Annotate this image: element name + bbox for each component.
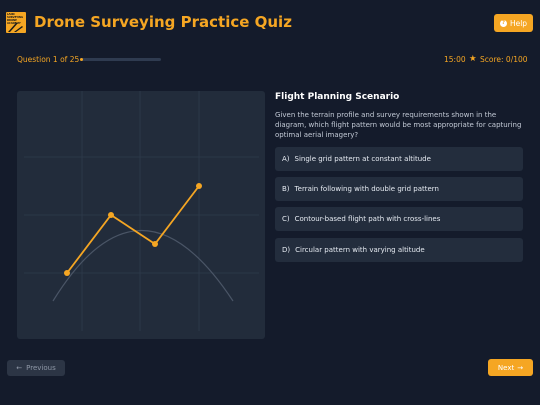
answer-option-b[interactable]: B) Terrain following with double grid pa… [275, 177, 523, 201]
terrain-diagram-panel [17, 91, 265, 339]
progress-row: Question 1 of 25 15:00 ★ Score: 0/100 [0, 52, 540, 68]
option-text: Contour-based flight path with cross-lin… [294, 215, 441, 223]
score-display: Score: 0/100 [480, 55, 528, 64]
terrain-profile-curve [52, 230, 234, 302]
app-title: Drone Surveying Practice Quiz [34, 13, 292, 31]
progress-bar [80, 58, 161, 61]
progress-bar-fill [80, 58, 84, 61]
waypoint-marker [152, 241, 158, 247]
app-logo: LAND SURVEYING DRONE ACADEMY [6, 12, 26, 33]
header: LAND SURVEYING DRONE ACADEMY Drone Surve… [0, 0, 540, 46]
answer-option-d[interactable]: D) Circular pattern with varying altitud… [275, 238, 523, 262]
option-letter: A) [282, 155, 290, 163]
answer-option-a[interactable]: A) Single grid pattern at constant altit… [275, 147, 523, 171]
drone-logo-icon [8, 23, 23, 32]
next-button[interactable]: Next → [488, 359, 533, 376]
flight-path-line [66, 185, 200, 274]
previous-label: Previous [26, 364, 56, 372]
star-icon: ★ [469, 54, 477, 64]
question-circle-icon: ? [499, 19, 507, 27]
question-counter: Question 1 of 25 [17, 55, 80, 64]
timer: 15:00 [444, 55, 466, 64]
waypoint-marker [196, 183, 202, 189]
option-text: Circular pattern with varying altitude [295, 246, 425, 254]
help-label: Help [509, 18, 528, 28]
question-text: Given the terrain profile and survey req… [275, 111, 522, 139]
option-text: Single grid pattern at constant altitude [294, 155, 431, 163]
option-letter: B) [282, 185, 290, 193]
next-label: Next [497, 363, 515, 372]
answer-option-c[interactable]: C) Contour-based flight path with cross-… [275, 207, 523, 231]
diagram-grid [24, 91, 259, 331]
waypoint-marker [108, 212, 114, 218]
arrow-left-icon: ← [16, 364, 23, 372]
waypoint-marker [64, 270, 70, 276]
help-button[interactable]: ? Help [494, 14, 533, 32]
previous-button[interactable]: ← Previous [7, 360, 65, 376]
option-letter: C) [282, 215, 290, 223]
arrow-right-icon: → [517, 363, 524, 372]
terrain-diagram [24, 91, 259, 331]
option-letter: D) [282, 246, 291, 254]
scenario-title: Flight Planning Scenario [275, 92, 400, 102]
option-text: Terrain following with double grid patte… [294, 185, 439, 193]
